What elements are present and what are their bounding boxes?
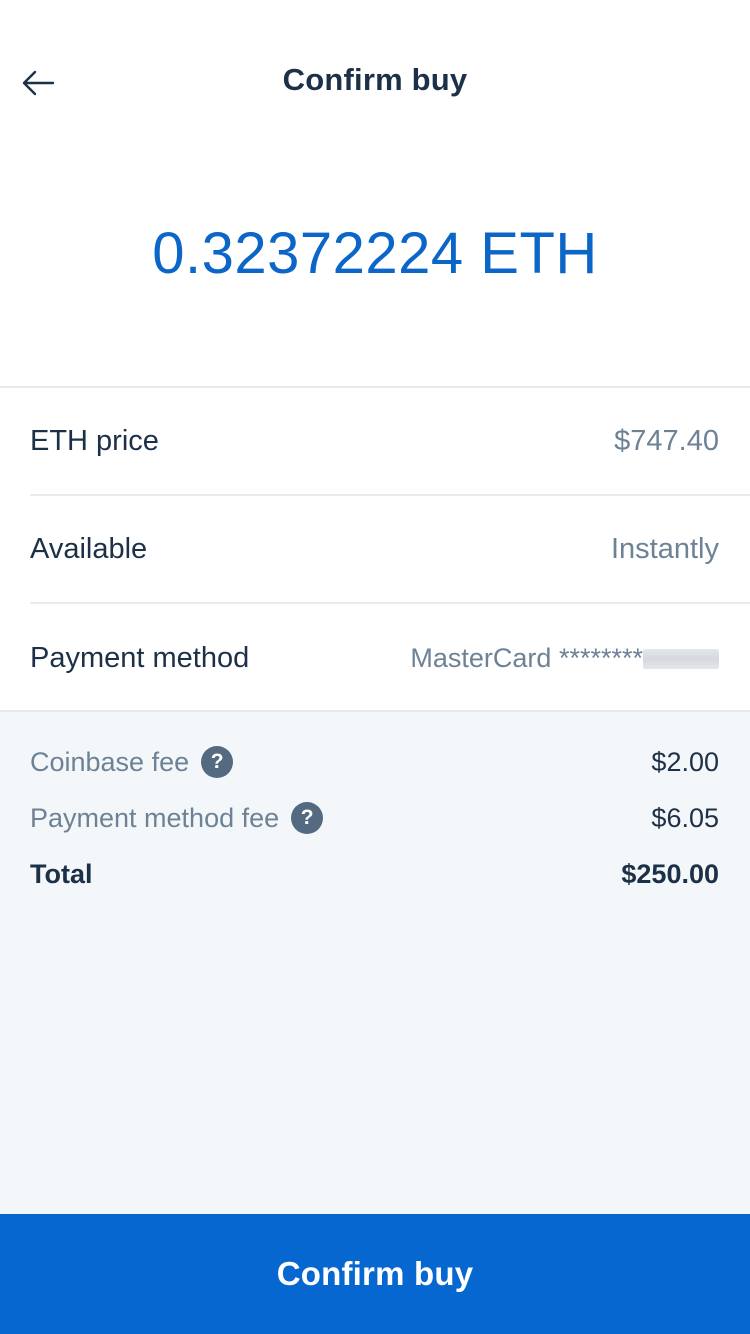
eth-price-value: $747.40 [614,424,719,457]
fee-row-coinbase: Coinbase fee ? $2.00 [30,742,719,782]
redacted-card-digits [643,649,719,669]
fee-summary: Coinbase fee ? $2.00 Payment method fee … [0,710,750,1214]
payment-method-fee-value: $6.05 [651,802,719,833]
payment-method-value: MasterCard ******** [410,643,719,674]
total-value: $250.00 [621,858,719,889]
eth-price-label: ETH price [30,424,159,457]
card-brand: MasterCard [410,642,552,673]
total-label: Total [30,858,93,889]
question-circle-icon[interactable]: ? [291,802,324,834]
order-details: ETH price $747.40 Available Instantly Pa… [0,386,750,712]
fee-row-payment-method: Payment method fee ? $6.05 [30,798,719,838]
card-number-mask: ******** [558,642,643,673]
payment-method-label: Payment method [30,641,250,674]
available-label: Available [30,532,148,565]
detail-row-payment-method[interactable]: Payment method MasterCard ******** [0,604,750,712]
available-value: Instantly [611,532,719,565]
detail-row-eth-price: ETH price $747.40 [30,388,750,496]
header: Confirm buy [0,0,750,166]
question-circle-icon[interactable]: ? [201,746,234,778]
crypto-amount: 0.32372224 ETH [152,221,598,286]
confirm-buy-button[interactable]: Confirm buy [0,1214,750,1334]
payment-method-fee-label: Payment method fee [30,802,280,833]
detail-row-available: Available Instantly [30,496,750,604]
coinbase-fee-value: $2.00 [651,746,719,777]
page-title: Confirm buy [282,62,468,97]
fee-row-total: Total $250.00 [30,854,719,894]
payment-method-fee-label-group: Payment method fee ? [30,802,324,834]
coinbase-fee-label: Coinbase fee [30,746,190,777]
coinbase-fee-label-group: Coinbase fee ? [30,746,234,778]
